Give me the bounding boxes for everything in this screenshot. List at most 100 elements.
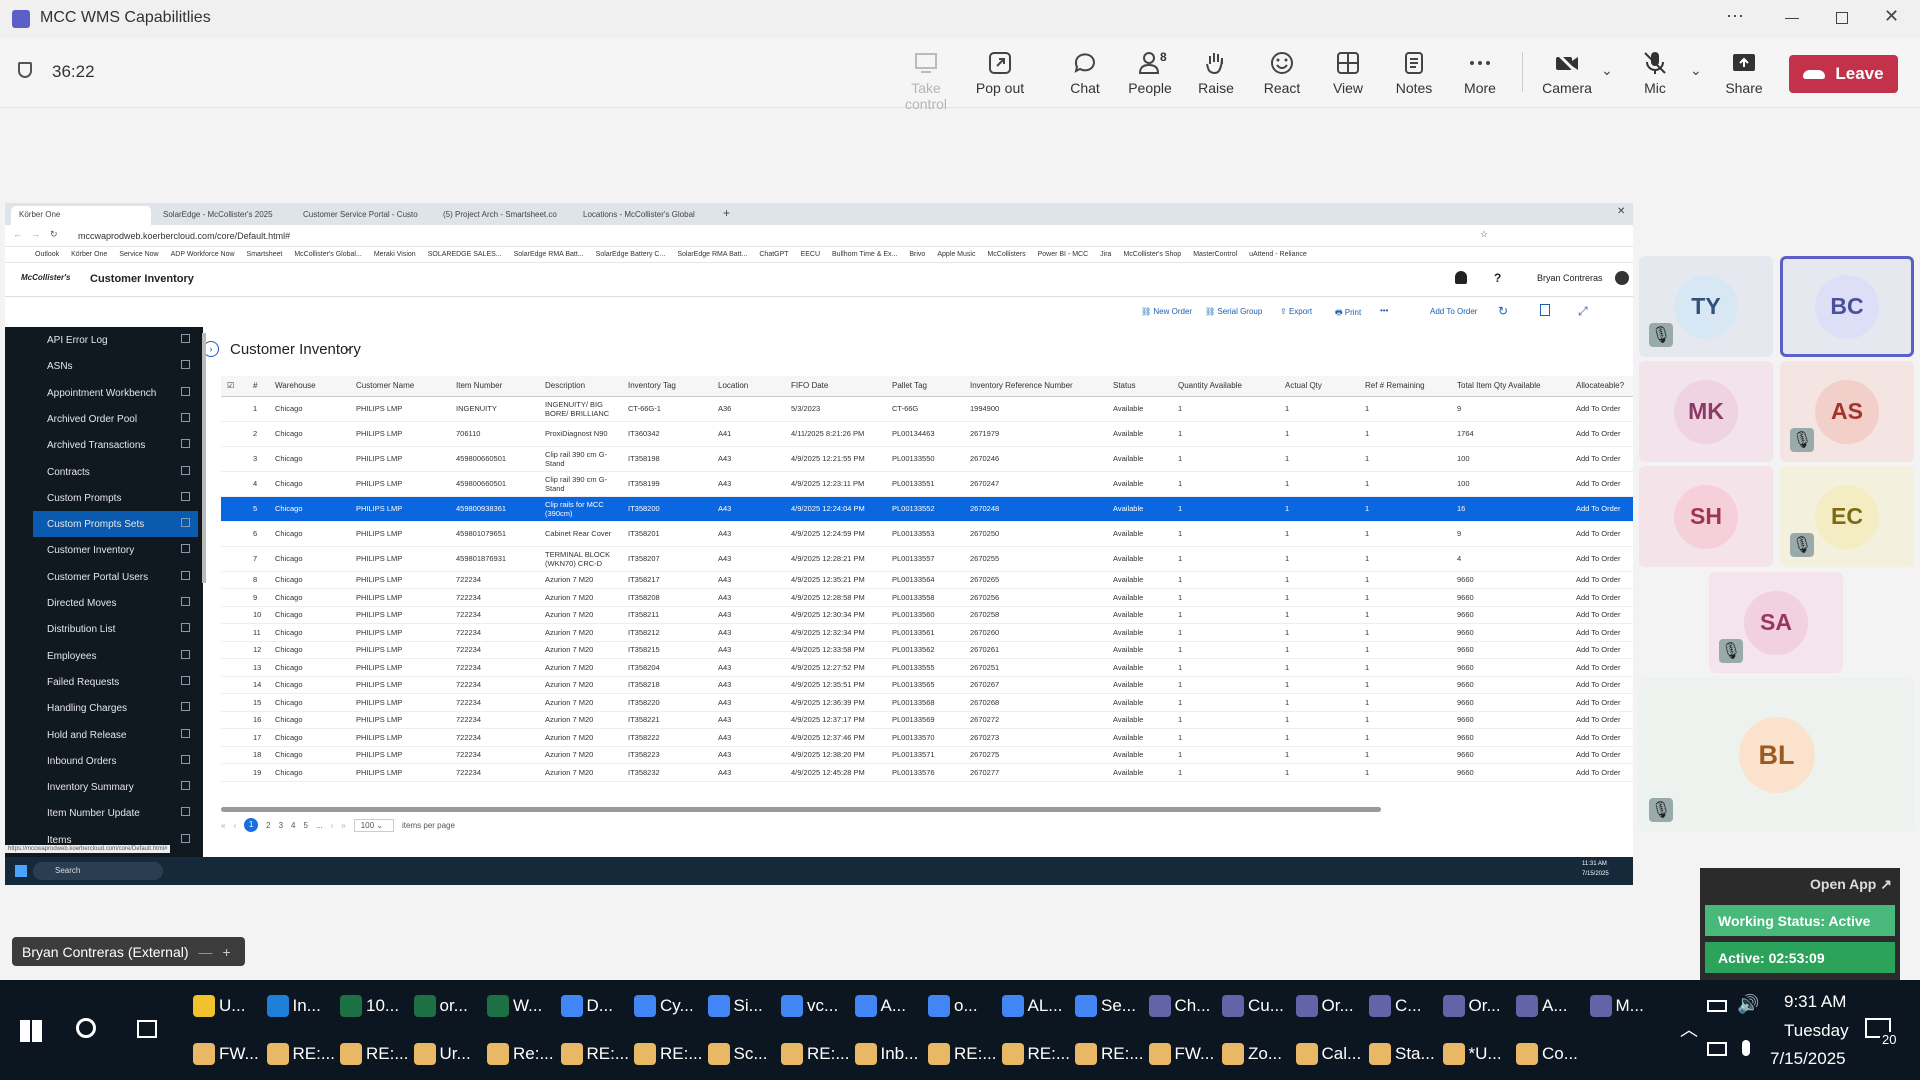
table-row[interactable]: 16 Chicago PHILIPS LMP 722234 Azurion 7 M20 I… bbox=[221, 711, 1633, 729]
last-page-icon[interactable]: » bbox=[341, 821, 345, 830]
participant-tile-sa[interactable]: SA 🎙 bbox=[1709, 572, 1843, 673]
add-to-order-link[interactable]: Add To Order bbox=[1570, 521, 1633, 547]
taskbar-app[interactable]: Or... bbox=[1295, 986, 1369, 1026]
open-external-icon[interactable] bbox=[181, 360, 190, 370]
taskbar-app[interactable]: RE:... bbox=[634, 1034, 707, 1074]
add-to-order-link[interactable]: Add To Order bbox=[1570, 606, 1633, 624]
row-checkbox[interactable] bbox=[221, 763, 247, 782]
table-row[interactable]: 5 Chicago PHILIPS LMP 459800938361 Clip rail… bbox=[221, 496, 1633, 522]
sidebar-item[interactable]: Employees bbox=[33, 643, 198, 669]
add-to-order-link[interactable]: Add To Order bbox=[1570, 658, 1633, 677]
table-row[interactable]: 6 Chicago PHILIPS LMP 459801079651 Cabinet R… bbox=[221, 521, 1633, 547]
page-number[interactable]: 5 bbox=[303, 821, 307, 830]
column-header[interactable]: Location bbox=[712, 376, 785, 397]
browser-close-icon[interactable]: ✕ bbox=[1617, 206, 1625, 217]
maximize-icon[interactable] bbox=[1836, 12, 1848, 24]
row-checkbox[interactable] bbox=[221, 658, 247, 677]
chat-button[interactable]: Chat bbox=[1055, 50, 1115, 96]
document-icon[interactable] bbox=[1540, 304, 1550, 316]
open-external-icon[interactable] bbox=[181, 675, 190, 685]
add-to-order-link[interactable]: Add To Order bbox=[1570, 641, 1633, 659]
search-icon[interactable] bbox=[76, 1018, 96, 1038]
taskbar-app[interactable]: *U... bbox=[1442, 1034, 1516, 1074]
open-external-icon[interactable] bbox=[181, 833, 190, 843]
participant-tile-ty[interactable]: TY 🎙 bbox=[1639, 256, 1773, 357]
add-to-order-link[interactable]: Add To Order bbox=[1570, 676, 1633, 694]
open-external-icon[interactable] bbox=[181, 754, 190, 764]
bookmark[interactable]: uAttend - Reliance bbox=[1249, 251, 1307, 258]
table-row[interactable]: 2 Chicago PHILIPS LMP 706110 ProxiDiagnost N… bbox=[221, 421, 1633, 447]
row-checkbox[interactable] bbox=[221, 746, 247, 764]
browser-tab[interactable]: (5) Project Arch - Smartsheet.co bbox=[435, 206, 575, 225]
notes-button[interactable]: Notes bbox=[1384, 50, 1444, 96]
open-external-icon[interactable] bbox=[181, 702, 190, 712]
page-number[interactable]: 1 bbox=[244, 818, 259, 832]
first-page-icon[interactable]: « bbox=[221, 821, 225, 830]
column-header[interactable]: Total Item Qty Available bbox=[1451, 376, 1570, 397]
add-to-order-link[interactable]: Add To Order bbox=[1570, 546, 1633, 572]
row-checkbox[interactable] bbox=[221, 521, 247, 547]
taskbar-app[interactable]: Cy... bbox=[634, 986, 707, 1026]
column-header[interactable]: Customer Name bbox=[350, 376, 450, 397]
taskbar-app[interactable]: Or... bbox=[1442, 986, 1516, 1026]
next-page-icon[interactable]: › bbox=[331, 821, 334, 830]
page-title-chevron-icon[interactable]: ⌄ bbox=[343, 341, 352, 354]
bookmark[interactable]: Jira bbox=[1100, 251, 1111, 258]
bookmark[interactable]: Apple Music bbox=[937, 251, 975, 258]
select-all-checkbox[interactable]: ☑ bbox=[221, 376, 247, 397]
bookmark[interactable]: SolarEdge RMA Batt... bbox=[514, 251, 584, 258]
taskbar-app[interactable]: Si... bbox=[707, 986, 781, 1026]
taskbar-app[interactable]: 10... bbox=[340, 986, 413, 1026]
serial-group-button[interactable]: ⛓ Serial Group bbox=[1205, 307, 1262, 316]
table-row[interactable]: 17 Chicago PHILIPS LMP 722234 Azurion 7 M20 I… bbox=[221, 728, 1633, 747]
bookmark[interactable]: McCollister's Shop bbox=[1123, 251, 1181, 258]
row-checkbox[interactable] bbox=[221, 641, 247, 659]
volume-icon[interactable]: 🔊 bbox=[1737, 994, 1759, 1015]
column-header[interactable]: Description bbox=[539, 376, 622, 397]
minimize-icon[interactable] bbox=[1785, 18, 1799, 19]
people-button[interactable]: 8 People bbox=[1120, 50, 1180, 96]
add-to-order-button[interactable]: Add To Order bbox=[1430, 307, 1477, 316]
windows-start-icon[interactable] bbox=[20, 1020, 42, 1042]
bookmark[interactable]: ADP Workforce Now bbox=[171, 251, 235, 258]
close-icon[interactable]: ✕ bbox=[1884, 6, 1899, 27]
page-number[interactable]: 2 bbox=[266, 821, 270, 830]
row-checkbox[interactable] bbox=[221, 571, 247, 589]
taskbar-app[interactable]: Cu... bbox=[1222, 986, 1295, 1026]
show-hidden-icons-icon[interactable]: ︿ bbox=[1680, 1016, 1698, 1042]
back-icon[interactable]: ← bbox=[13, 229, 22, 239]
table-row[interactable]: 4 Chicago PHILIPS LMP 459800660501 Clip rail… bbox=[221, 471, 1633, 497]
add-to-order-link[interactable]: Add To Order bbox=[1570, 471, 1633, 497]
table-row[interactable]: 10 Chicago PHILIPS LMP 722234 Azurion 7 M20 I… bbox=[221, 606, 1633, 624]
sidebar-item[interactable]: Archived Transactions bbox=[33, 432, 198, 458]
open-external-icon[interactable] bbox=[181, 412, 190, 422]
add-to-order-link[interactable]: Add To Order bbox=[1570, 496, 1633, 522]
taskbar-app[interactable]: Inb... bbox=[854, 1034, 928, 1074]
sidebar-item[interactable]: Inbound Orders bbox=[33, 748, 198, 774]
sidebar-item[interactable]: Custom Prompts Sets bbox=[33, 511, 198, 538]
clock-time[interactable]: 9:31 AM bbox=[1784, 992, 1846, 1012]
column-header[interactable]: Inventory Tag bbox=[622, 376, 712, 397]
bookmark[interactable]: SOLAREDGE SALES... bbox=[428, 251, 502, 258]
taskbar-app[interactable]: Re:... bbox=[487, 1034, 560, 1074]
sidebar-item[interactable]: Inventory Summary bbox=[33, 774, 198, 800]
bookmark[interactable]: EECU bbox=[801, 251, 820, 258]
column-header[interactable]: Pallet Tag bbox=[886, 376, 964, 397]
bookmark[interactable]: McCollister's Global... bbox=[294, 251, 361, 258]
help-icon[interactable]: ? bbox=[1494, 271, 1501, 285]
taskbar-app[interactable]: RE:... bbox=[560, 1034, 634, 1074]
row-checkbox[interactable] bbox=[221, 623, 247, 642]
row-checkbox[interactable] bbox=[221, 421, 247, 447]
bookmark[interactable]: Meraki Vision bbox=[374, 251, 416, 258]
leave-button[interactable]: Leave bbox=[1789, 55, 1898, 93]
print-button[interactable]: 🖶 Print bbox=[1335, 307, 1361, 321]
taskbar-app[interactable]: C... bbox=[1369, 986, 1442, 1026]
table-row[interactable]: 3 Chicago PHILIPS LMP 459800660501 Clip rail… bbox=[221, 446, 1633, 472]
sidebar-item[interactable]: Failed Requests bbox=[33, 669, 198, 695]
open-external-icon[interactable] bbox=[181, 465, 190, 475]
row-checkbox[interactable] bbox=[221, 588, 247, 607]
table-row[interactable]: 7 Chicago PHILIPS LMP 459801876931 TERMINAL … bbox=[221, 546, 1633, 572]
sidebar-item[interactable]: Contracts bbox=[33, 459, 198, 485]
bookmark[interactable]: Brivo bbox=[909, 251, 925, 258]
bookmark[interactable]: McCollisters bbox=[987, 251, 1025, 258]
